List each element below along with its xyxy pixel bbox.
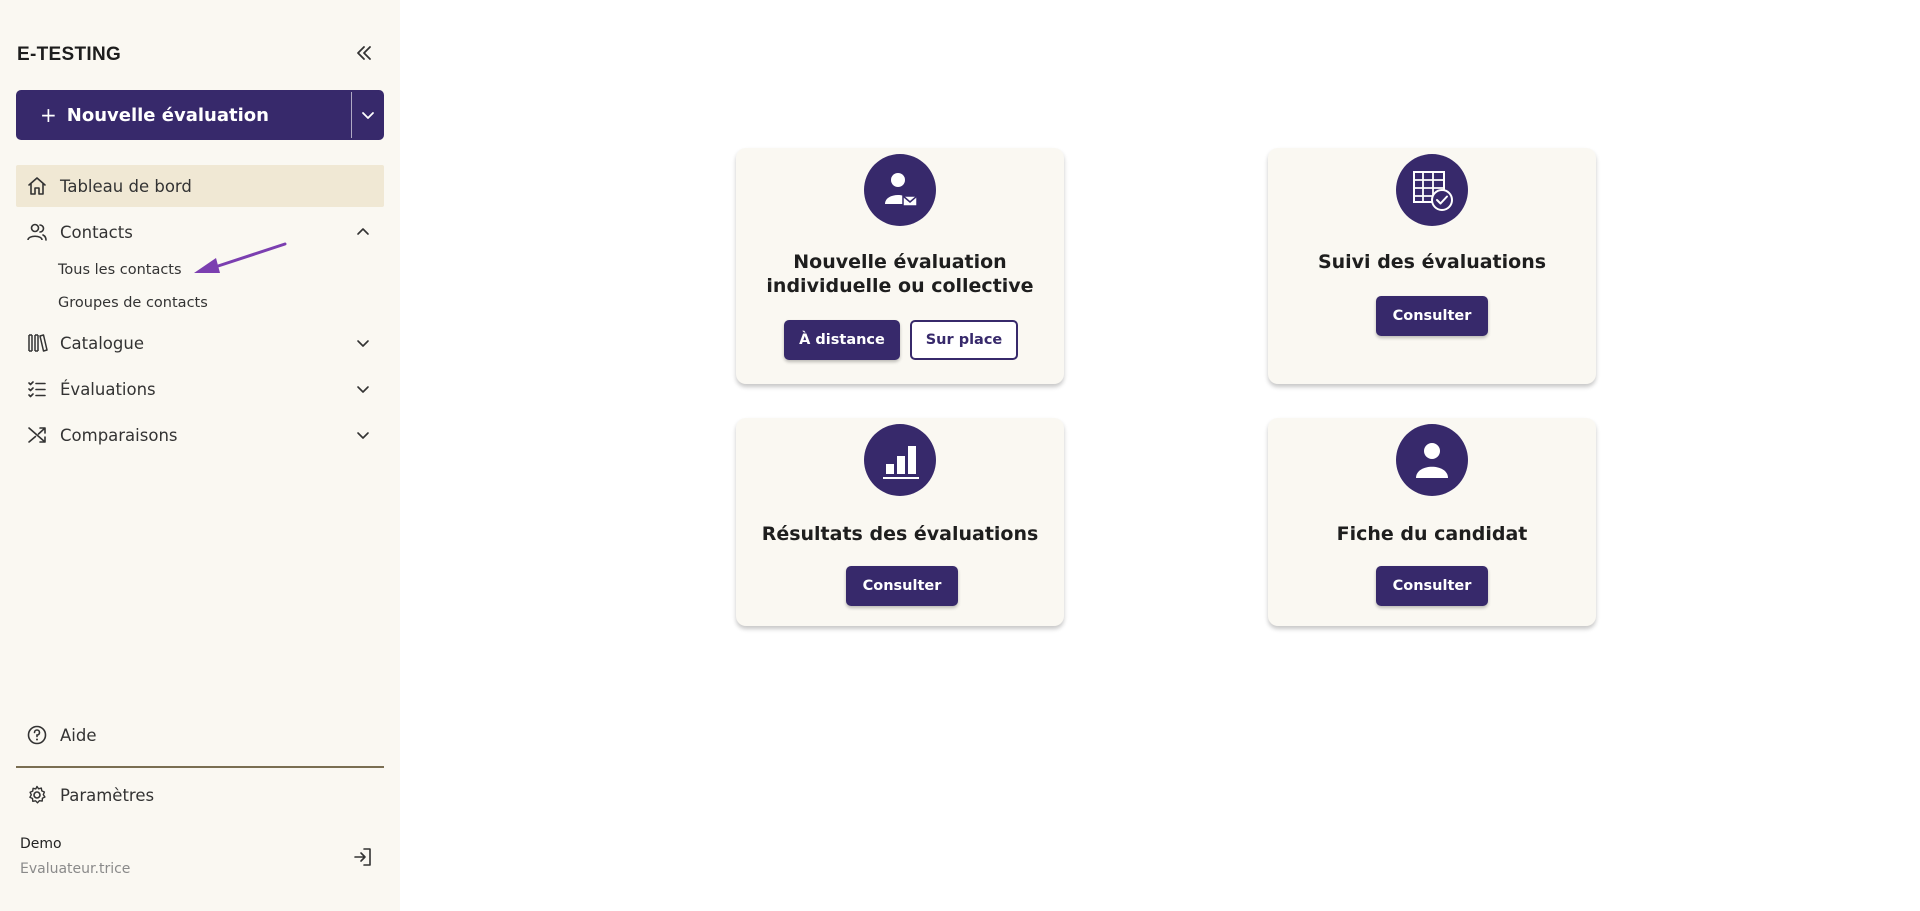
user-name: Demo <box>20 836 62 852</box>
bar-chart-icon <box>864 424 936 496</box>
person-envelope-icon <box>864 154 936 226</box>
books-icon <box>26 332 48 354</box>
users-icon <box>26 221 48 243</box>
chevron-down-icon <box>357 432 369 439</box>
sidebar-item-catalogue[interactable]: Catalogue <box>16 322 384 364</box>
sidebar-divider <box>16 766 384 768</box>
card-title: Nouvelle évaluation <box>793 251 1007 273</box>
consult-button[interactable]: Consulter <box>1376 566 1488 606</box>
chevron-up-icon <box>357 228 369 235</box>
chevron-down-icon <box>357 386 369 393</box>
sidebar-item-label: Aide <box>60 725 97 745</box>
user-icon <box>1396 424 1468 496</box>
sidebar-item-label: Évaluations <box>60 379 156 399</box>
plus-icon: + <box>40 103 57 127</box>
sidebar-item-label: Comparaisons <box>60 425 178 445</box>
list-icon <box>26 378 48 400</box>
logo: E-TESTING <box>17 44 122 65</box>
card-evaluation-followup: Suivi des évaluations Consulter <box>1268 148 1596 384</box>
sidebar-item-dashboard[interactable]: Tableau de bord <box>16 165 384 207</box>
remote-button[interactable]: À distance <box>784 320 900 360</box>
sidebar-item-label: Paramètres <box>60 785 155 805</box>
logout-icon[interactable] <box>352 846 376 870</box>
chevron-down-icon <box>357 340 369 347</box>
annotation-arrow <box>194 242 287 273</box>
card-new-evaluation: Nouvelle évaluation individuelle ou coll… <box>736 148 1064 384</box>
sidebar-item-label: Catalogue <box>60 333 144 353</box>
card-title: Suivi des évaluations <box>1317 251 1547 273</box>
card-title: Fiche du candidat <box>1336 523 1528 545</box>
new-evaluation-button[interactable]: + Nouvelle évaluation <box>16 90 384 140</box>
sidebar-subitem-contact-groups[interactable]: Groupes de contacts <box>58 295 208 311</box>
home-icon <box>26 175 48 197</box>
new-evaluation-dropdown[interactable] <box>352 90 384 140</box>
consult-button[interactable]: Consulter <box>846 566 958 606</box>
onsite-button[interactable]: Sur place <box>910 320 1018 360</box>
new-evaluation-label: Nouvelle évaluation <box>66 104 269 126</box>
sidebar-item-label: Tableau de bord <box>60 176 192 196</box>
chevron-down-icon <box>362 112 374 119</box>
collapse-sidebar-icon[interactable] <box>352 41 376 65</box>
card-evaluation-results: Résultats des évaluations Consulter <box>736 418 1064 626</box>
help-icon <box>26 724 48 746</box>
gear-icon <box>26 784 48 806</box>
sidebar-item-label: Contacts <box>60 222 133 242</box>
sidebar-subitem-all-contacts[interactable]: Tous les contacts <box>58 262 182 278</box>
card-title-line2: individuelle ou collective <box>766 275 1034 297</box>
sidebar-item-help[interactable]: Aide <box>16 714 384 756</box>
sidebar-item-comparisons[interactable]: Comparaisons <box>16 414 384 456</box>
sidebar-item-settings[interactable]: Paramètres <box>16 774 384 816</box>
new-evaluation-main[interactable]: + Nouvelle évaluation <box>16 90 351 140</box>
sidebar: E-TESTING + Nouvelle évaluation Tableau … <box>0 0 400 911</box>
card-title: Résultats des évaluations <box>761 523 1039 545</box>
shuffle-icon <box>26 424 48 446</box>
sidebar-item-evaluations[interactable]: Évaluations <box>16 368 384 410</box>
table-check-icon <box>1396 154 1468 226</box>
consult-button[interactable]: Consulter <box>1376 296 1488 336</box>
user-role: Evaluateur.trice <box>20 861 131 877</box>
card-candidate-profile: Fiche du candidat Consulter <box>1268 418 1596 626</box>
